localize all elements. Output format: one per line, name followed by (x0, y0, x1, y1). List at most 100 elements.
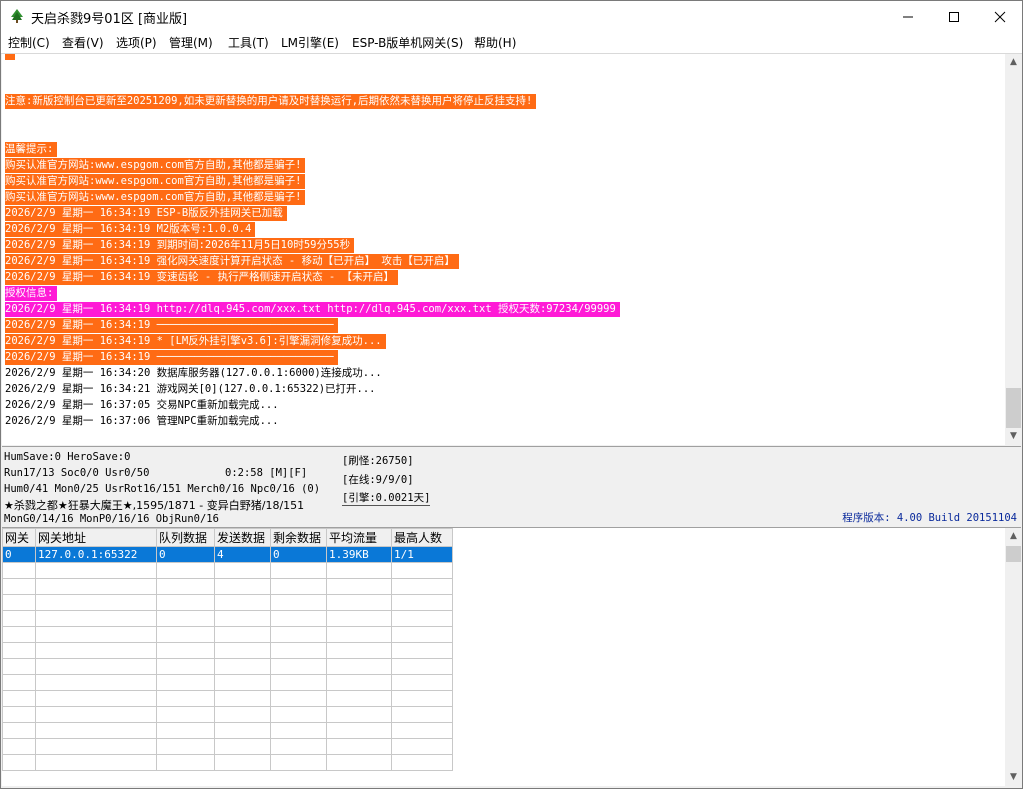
table-row[interactable] (2, 674, 453, 691)
menu-control[interactable]: 控制(C) (8, 34, 50, 51)
table-cell (156, 674, 215, 691)
table-cell: 127.0.0.1:65322 (35, 546, 157, 563)
table-cell (2, 562, 36, 579)
gateway-grid[interactable]: 网关 网关地址 队列数据 发送数据 剩余数据 平均流量 最高人数 0 127.0.0.1:65… (2, 528, 1005, 786)
table-cell (391, 610, 453, 627)
table-row[interactable] (2, 738, 453, 755)
menu-tools[interactable]: 工具(T) (228, 34, 269, 51)
table-row[interactable] (2, 610, 453, 627)
log-line: 2026/2/9 星期一 16:34:19 M2版本号:1.0.0.4 (5, 222, 256, 237)
table-cell (35, 754, 157, 771)
table-cell (270, 738, 327, 755)
table-cell (326, 594, 392, 611)
table-cell (214, 642, 271, 659)
scroll-up-arrow-icon[interactable]: ▲ (1005, 54, 1022, 71)
log-line: 温馨提示: (5, 142, 58, 157)
column-header[interactable]: 网关地址 (35, 528, 157, 547)
column-header[interactable]: 平均流量 (326, 528, 392, 547)
table-cell (391, 642, 453, 659)
table-row[interactable] (2, 690, 453, 707)
table-cell (2, 738, 36, 755)
table-cell (156, 578, 215, 595)
table-cell: 1/1 (391, 546, 453, 563)
table-row[interactable]: 0 127.0.0.1:65322 0 4 0 1.39KB 1/1 (2, 546, 453, 563)
table-cell (35, 594, 157, 611)
table-cell (214, 610, 271, 627)
scroll-thumb[interactable] (1006, 388, 1021, 428)
table-cell (326, 754, 392, 771)
table-cell (156, 642, 215, 659)
log-line: 2026/2/9 星期一 16:34:19 ESP-B版反外挂网关已加载 (5, 206, 287, 221)
log-line: 购买认准官方网站:www.espgom.com官方自助,其他都是骗子! (5, 190, 306, 205)
menu-bar: 控制(C) 查看(V) 选项(P) 管理(M) 工具(T) LM引擎(E) ES… (1, 31, 1022, 54)
minimize-button[interactable] (885, 1, 931, 31)
menu-manage[interactable]: 管理(M) (169, 34, 213, 51)
table-row[interactable] (2, 594, 453, 611)
status-online: [在线:9/9/0] (342, 474, 414, 486)
table-row[interactable] (2, 642, 453, 659)
menu-help[interactable]: 帮助(H) (474, 34, 516, 51)
menu-options[interactable]: 选项(P) (116, 34, 157, 51)
table-cell (35, 738, 157, 755)
title-bar[interactable]: 天启杀戮9号01区 [商业版] (1, 1, 1022, 31)
log-scrollbar[interactable]: ▲ ▼ (1005, 54, 1022, 445)
grid-scroll-down-arrow-icon[interactable]: ▼ (1005, 769, 1022, 786)
table-cell (270, 594, 327, 611)
table-cell (270, 706, 327, 723)
table-cell (35, 642, 157, 659)
table-cell (2, 610, 36, 627)
log-line: 2026/2/9 星期一 16:34:19 到期时间:2026年11月5日10时… (5, 238, 355, 253)
table-cell (214, 594, 271, 611)
log-line: 注意:新版控制台已更新至20251209,如未更新替换的用户请及时替换运行,后期… (5, 94, 537, 109)
table-row[interactable] (2, 722, 453, 739)
status-refresh: [刷怪:26750] (342, 455, 414, 467)
column-header[interactable]: 剩余数据 (270, 528, 327, 547)
table-row[interactable] (2, 562, 453, 579)
table-row[interactable] (2, 658, 453, 675)
table-cell (391, 754, 453, 771)
log-line: 购买认准官方网站:www.espgom.com官方自助,其他都是骗子! (5, 158, 306, 173)
table-cell (326, 626, 392, 643)
column-header[interactable]: 发送数据 (214, 528, 271, 547)
table-row[interactable] (2, 578, 453, 595)
table-cell (391, 578, 453, 595)
table-cell (35, 674, 157, 691)
table-cell (391, 690, 453, 707)
table-cell (326, 658, 392, 675)
table-cell (326, 674, 392, 691)
table-row[interactable] (2, 706, 453, 723)
table-cell (214, 754, 271, 771)
log-panel[interactable]: 注意:新版控制台已更新至20251209,如未更新替换的用户请及时替换运行,后期… (2, 54, 1006, 445)
table-row[interactable] (2, 626, 453, 643)
menu-esp-gateway[interactable]: ESP-B版单机网关(S) (352, 34, 463, 51)
log-line: 购买认准官方网站:www.espgom.com官方自助,其他都是骗子! (5, 174, 306, 189)
table-cell (156, 562, 215, 579)
table-cell (35, 610, 157, 627)
table-row[interactable] (2, 754, 453, 771)
table-cell (270, 690, 327, 707)
table-cell (35, 722, 157, 739)
grid-scrollbar[interactable]: ▲ ▼ (1005, 528, 1022, 786)
status-map: ★杀戮之都★狂暴大魔王★,1595/1871 - 变异白野猪/18/151 (4, 499, 305, 512)
table-cell (391, 562, 453, 579)
grid-scroll-thumb[interactable] (1006, 546, 1021, 562)
menu-view[interactable]: 查看(V) (62, 34, 104, 51)
column-header[interactable]: 最高人数 (391, 528, 453, 547)
menu-lm-engine[interactable]: LM引擎(E) (281, 34, 339, 51)
table-cell (2, 642, 36, 659)
close-icon (994, 11, 1006, 23)
grid-scroll-up-arrow-icon[interactable]: ▲ (1005, 528, 1022, 545)
column-header[interactable]: 队列数据 (156, 528, 215, 547)
close-button[interactable] (977, 1, 1022, 31)
scroll-down-arrow-icon[interactable]: ▼ (1005, 428, 1022, 445)
table-cell (326, 578, 392, 595)
maximize-button[interactable] (931, 1, 977, 31)
table-cell (2, 626, 36, 643)
log-line: 2026/2/9 星期一 16:37:05 交易NPC重新加载完成... (5, 399, 279, 411)
table-cell (391, 594, 453, 611)
column-header[interactable]: 网关 (2, 528, 36, 547)
table-cell (214, 706, 271, 723)
log-line: 2026/2/9 星期一 16:34:19 强化网关速度计算开启状态 - 移动【… (5, 254, 459, 269)
table-cell (35, 578, 157, 595)
table-cell (2, 578, 36, 595)
